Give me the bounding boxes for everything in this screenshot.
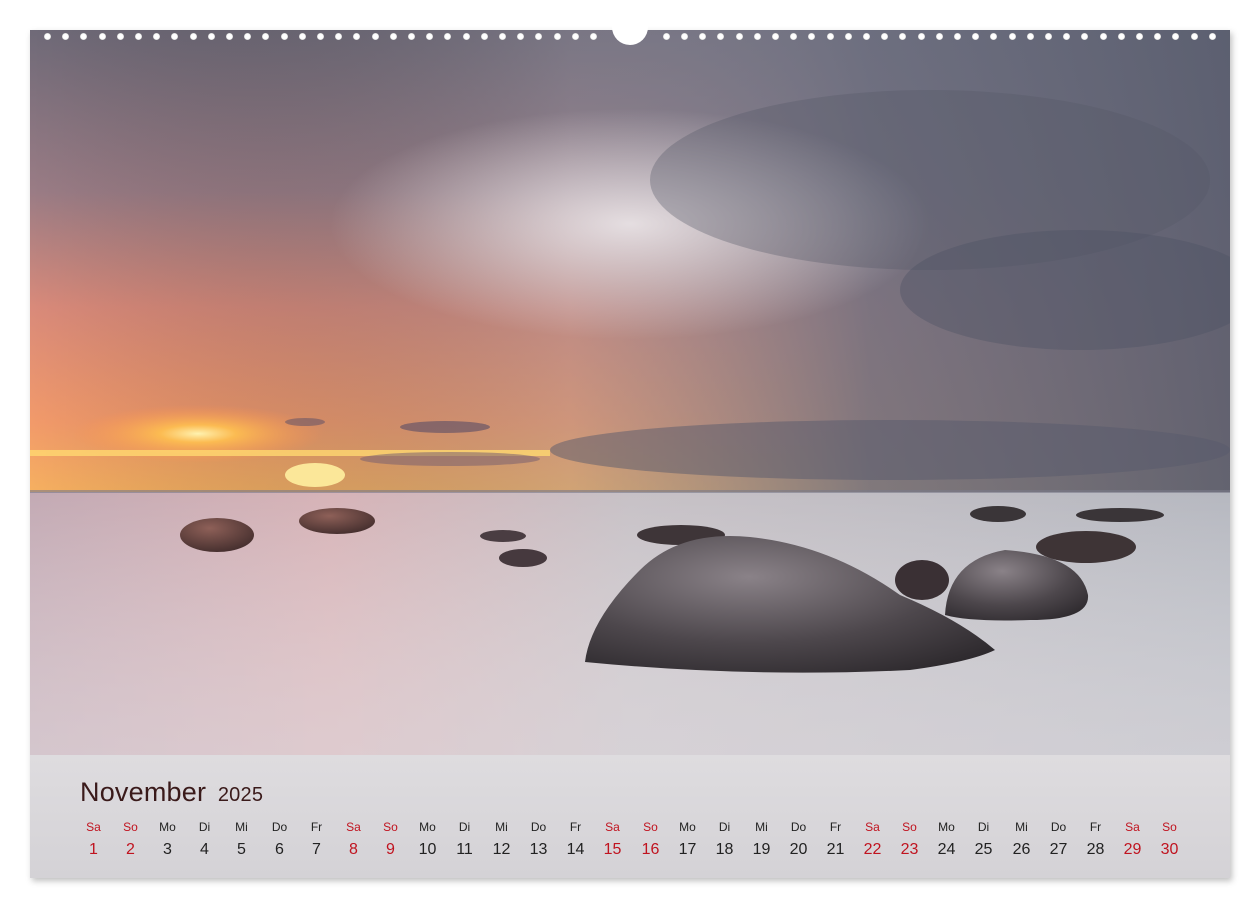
day-number: 3 (163, 841, 172, 858)
day-cell: Mo 24 (928, 818, 965, 864)
day-number: 26 (1012, 841, 1031, 858)
weekday-label: Sa (86, 820, 101, 834)
day-cell: Do 13 (520, 818, 557, 864)
day-number: 13 (529, 841, 548, 858)
weekday-label: So (902, 820, 917, 834)
weekday-label: So (1162, 820, 1177, 834)
day-number: 16 (641, 841, 660, 858)
day-number: 12 (492, 841, 511, 858)
day-cell: Di 4 (186, 818, 223, 864)
weekday-label: So (383, 820, 398, 834)
weekday-label: Mi (235, 820, 248, 834)
day-number: 4 (200, 841, 209, 858)
weekday-label: Do (790, 820, 807, 834)
day-number: 28 (1086, 841, 1105, 858)
day-cell: Fr 28 (1077, 818, 1114, 864)
day-number: 18 (715, 841, 734, 858)
day-cell: Fr 21 (817, 818, 854, 864)
day-cell: Do 27 (1040, 818, 1077, 864)
weekday-label: So (643, 820, 658, 834)
weekday-label: Di (458, 820, 471, 834)
weekday-label: Sa (1125, 820, 1140, 834)
weekday-label: Mo (938, 820, 955, 834)
calendar-page: November 2025 Sa 1 So 2 Mo 3 Di 4 Mi 5 Do 6 Fr 7 Sa 8 So… (30, 30, 1230, 878)
day-number: 9 (386, 841, 395, 858)
day-number: 1 (89, 841, 98, 858)
day-number: 21 (826, 841, 845, 858)
day-cell: So 30 (1151, 818, 1188, 864)
day-number: 30 (1160, 841, 1179, 858)
day-number: 24 (937, 841, 956, 858)
day-cell: So 9 (372, 818, 409, 864)
weekday-label: Do (530, 820, 547, 834)
weekday-label: Fr (1089, 820, 1102, 834)
day-cell: So 16 (632, 818, 669, 864)
weekday-label: Sa (605, 820, 620, 834)
day-number: 11 (456, 841, 473, 858)
day-cell: Sa 8 (335, 818, 372, 864)
weekday-label: Mo (159, 820, 176, 834)
day-number: 23 (900, 841, 919, 858)
day-number: 20 (789, 841, 808, 858)
day-cell: Mi 12 (483, 818, 520, 864)
day-cell: Mi 26 (1003, 818, 1040, 864)
weekday-label: Sa (865, 820, 880, 834)
weekday-label: Do (271, 820, 288, 834)
day-number: 10 (418, 841, 437, 858)
day-cell: Mi 19 (743, 818, 780, 864)
weekday-label: So (123, 820, 138, 834)
day-number: 7 (312, 841, 321, 858)
weekday-label: Di (977, 820, 990, 834)
day-cell: Di 11 (446, 818, 483, 864)
weekday-label: Di (198, 820, 211, 834)
weekday-label: Mo (419, 820, 436, 834)
sunset-sea-rocks-image (30, 30, 1230, 755)
weekday-label: Sa (346, 820, 361, 834)
day-cell: Sa 29 (1114, 818, 1151, 864)
day-number: 6 (275, 841, 284, 858)
day-cell: Di 18 (706, 818, 743, 864)
day-cell: So 2 (112, 818, 149, 864)
day-cell: Sa 15 (594, 818, 631, 864)
month-year: 2025 (217, 784, 264, 806)
day-cell: Fr 14 (557, 818, 594, 864)
day-cell: So 23 (891, 818, 928, 864)
weekday-label: Do (1050, 820, 1067, 834)
day-cell: Mo 3 (149, 818, 186, 864)
day-row: Sa 1 So 2 Mo 3 Di 4 Mi 5 Do 6 Fr 7 Sa 8 So 9 Mo 10 Di 11 Mi 12 D… (75, 818, 1195, 868)
day-cell: Do 20 (780, 818, 817, 864)
day-number: 25 (974, 841, 993, 858)
day-number: 29 (1123, 841, 1142, 858)
weekday-label: Fr (569, 820, 582, 834)
weekday-label: Fr (829, 820, 842, 834)
day-number: 22 (863, 841, 882, 858)
weekday-label: Di (718, 820, 731, 834)
day-cell: Mo 17 (669, 818, 706, 864)
day-cell: Sa 1 (75, 818, 112, 864)
day-number: 17 (678, 841, 697, 858)
calendar-strip: November 2025 Sa 1 So 2 Mo 3 Di 4 Mi 5 Do 6 Fr 7 Sa 8 So… (30, 755, 1230, 878)
day-number: 14 (566, 841, 585, 858)
seascape-photo (30, 30, 1230, 755)
weekday-label: Mi (755, 820, 768, 834)
weekday-label: Mo (679, 820, 696, 834)
day-cell: Fr 7 (298, 818, 335, 864)
day-cell: Mi 5 (223, 818, 260, 864)
month-name: November (80, 777, 207, 807)
day-number: 19 (752, 841, 771, 858)
weekday-label: Fr (310, 820, 323, 834)
weekday-label: Mi (1015, 820, 1028, 834)
month-title: November 2025 (80, 777, 263, 808)
day-number: 2 (126, 841, 135, 858)
day-cell: Sa 22 (854, 818, 891, 864)
day-number: 8 (349, 841, 358, 858)
day-number: 27 (1049, 841, 1068, 858)
day-number: 15 (603, 841, 622, 858)
day-cell: Do 6 (261, 818, 298, 864)
weekday-label: Mi (495, 820, 508, 834)
day-cell: Di 25 (965, 818, 1002, 864)
day-number: 5 (237, 841, 246, 858)
day-cell: Mo 10 (409, 818, 446, 864)
